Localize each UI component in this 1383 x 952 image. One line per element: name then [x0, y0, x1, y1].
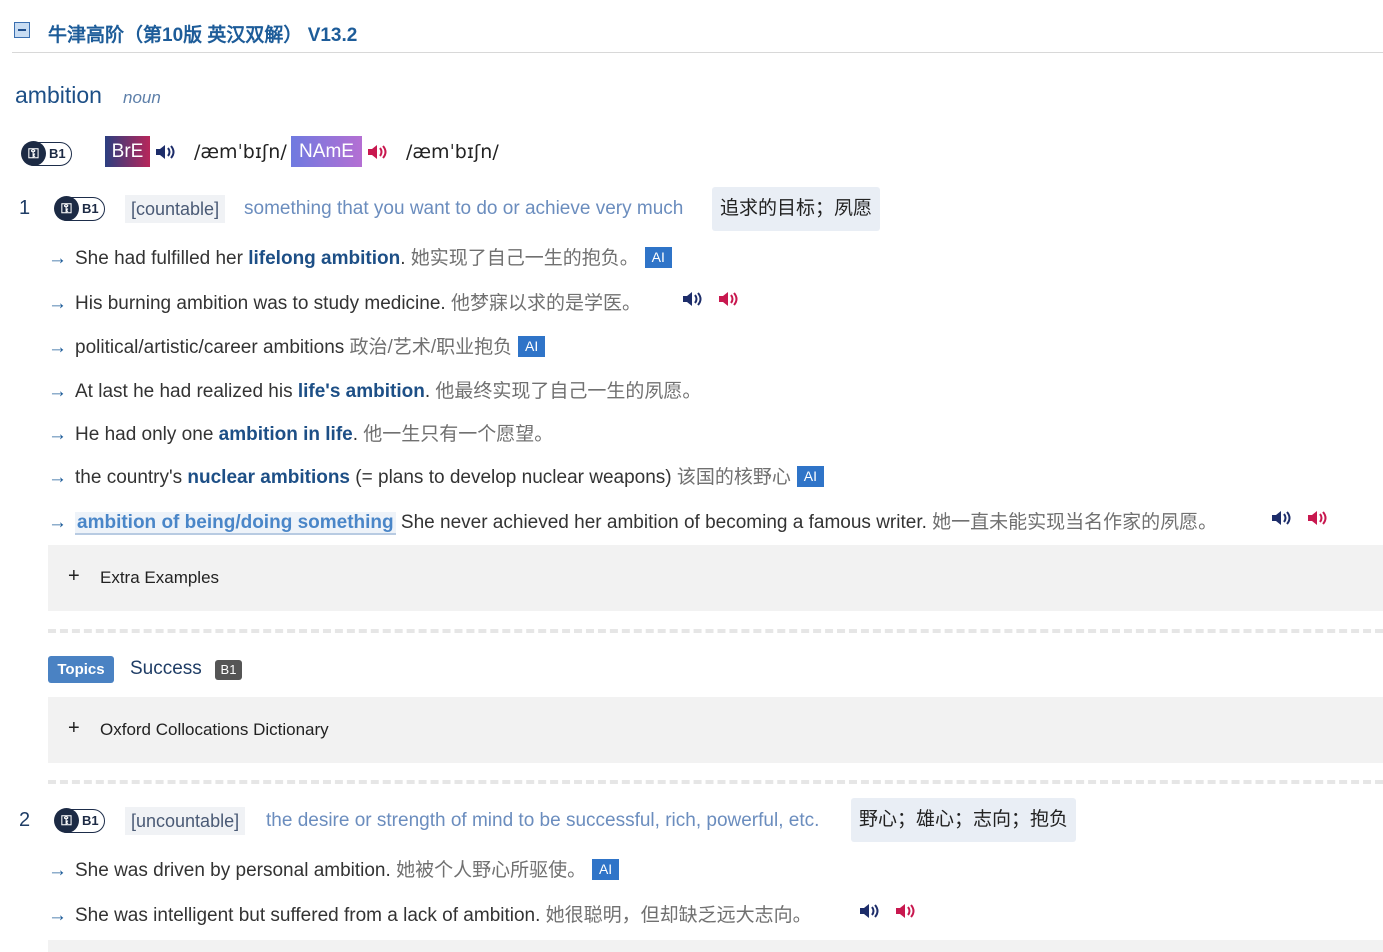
extra-examples-label: Extra Examples [100, 568, 220, 587]
example-sentence: → political/artistic/career ambitions 政治/… [48, 332, 546, 359]
collocations-panel[interactable]: + Oxford Collocations Dictionary [48, 697, 1383, 763]
extra-examples-panel[interactable] [48, 940, 1383, 952]
example-sentence: → the country's nuclear ambitions (= plan… [48, 462, 824, 489]
definition-cn: 野心；雄心；志向；抱负 [851, 798, 1077, 842]
example-sentence: → She was intelligent but suffered from a… [48, 905, 812, 926]
arrow-icon: → [48, 860, 67, 881]
name-ipa: /æmˈbɪʃn/ [406, 141, 499, 163]
arrow-icon: → [48, 424, 67, 445]
headword: ambition [15, 82, 102, 108]
ai-badge[interactable]: AI [518, 336, 546, 357]
topic-level-badge: B1 [215, 660, 242, 680]
name-speaker-icon[interactable] [1307, 509, 1329, 527]
arrow-icon: → [48, 381, 67, 402]
example-sentence: → She had fulfilled her lifelong ambition… [48, 243, 672, 270]
part-of-speech: noun [123, 88, 161, 107]
example-sentence: → ambition of being/doing something She n… [48, 512, 1218, 535]
arrow-icon: → [48, 467, 67, 488]
bre-label: BrE [105, 136, 150, 167]
ai-badge[interactable]: AI [592, 859, 620, 880]
arrow-icon: → [48, 337, 67, 358]
collapse-toggle-icon[interactable] [14, 22, 30, 38]
extra-examples-panel[interactable]: + Extra Examples [48, 545, 1383, 611]
bre-speaker-icon[interactable] [859, 902, 881, 920]
definition-cn: 追求的目标；夙愿 [712, 187, 881, 231]
plus-icon: + [68, 717, 80, 739]
bre-speaker-icon[interactable] [682, 290, 704, 308]
entry-level-badge: ⚿ B1 [21, 141, 72, 166]
arrow-icon: → [48, 248, 67, 269]
example-sentence: → His burning ambition was to study medic… [48, 293, 641, 314]
example-sentence: → He had only one ambition in life. 他一生只有… [48, 424, 554, 445]
divider [48, 780, 1383, 784]
divider [48, 629, 1383, 633]
topics-tag: Topics [48, 656, 114, 683]
bre-speaker-icon[interactable] [155, 143, 177, 161]
name-speaker-icon[interactable] [895, 902, 917, 920]
key-icon: ⚿ [54, 196, 79, 221]
ai-badge[interactable]: AI [796, 466, 824, 487]
dictionary-header: 牛津高阶（第10版 英汉双解） V13.2 [12, 16, 1383, 53]
grammar-label: [countable] [125, 195, 226, 223]
key-icon: ⚿ [54, 808, 79, 833]
example-sentence: → She was driven by personal ambition. 她被… [48, 855, 620, 882]
grammar-pattern: ambition of being/doing something [75, 512, 396, 535]
name-speaker-icon[interactable] [718, 290, 740, 308]
definition: the desire or strength of mind to be suc… [266, 810, 820, 831]
sense-level-badge: ⚿ B1 [54, 808, 105, 833]
sense-level-badge: ⚿ B1 [54, 196, 105, 221]
example-sentence: → At last he had realized his life's ambi… [48, 381, 702, 402]
collocations-label: Oxford Collocations Dictionary [100, 720, 329, 739]
ai-badge[interactable]: AI [644, 247, 672, 268]
arrow-icon: → [48, 293, 67, 314]
dictionary-title: 牛津高阶（第10版 英汉双解） V13.2 [48, 25, 358, 46]
dictionary-page: 牛津高阶（第10版 英汉双解） V13.2 ambition noun ⚿ B1… [0, 0, 1383, 952]
definition: something that you want to do or achieve… [244, 198, 684, 219]
key-icon: ⚿ [21, 141, 46, 166]
bre-ipa: /æmˈbɪʃn/ [194, 141, 287, 163]
grammar-label: [uncountable] [125, 807, 246, 835]
topic-link[interactable]: Success [130, 658, 202, 680]
name-label: NAmE [291, 136, 362, 167]
arrow-icon: → [48, 512, 67, 533]
plus-icon: + [68, 565, 80, 587]
arrow-icon: → [48, 905, 67, 926]
sense-number: 2 [19, 809, 31, 831]
sense-number: 1 [19, 197, 31, 219]
name-speaker-icon[interactable] [367, 143, 389, 161]
bre-speaker-icon[interactable] [1271, 509, 1293, 527]
